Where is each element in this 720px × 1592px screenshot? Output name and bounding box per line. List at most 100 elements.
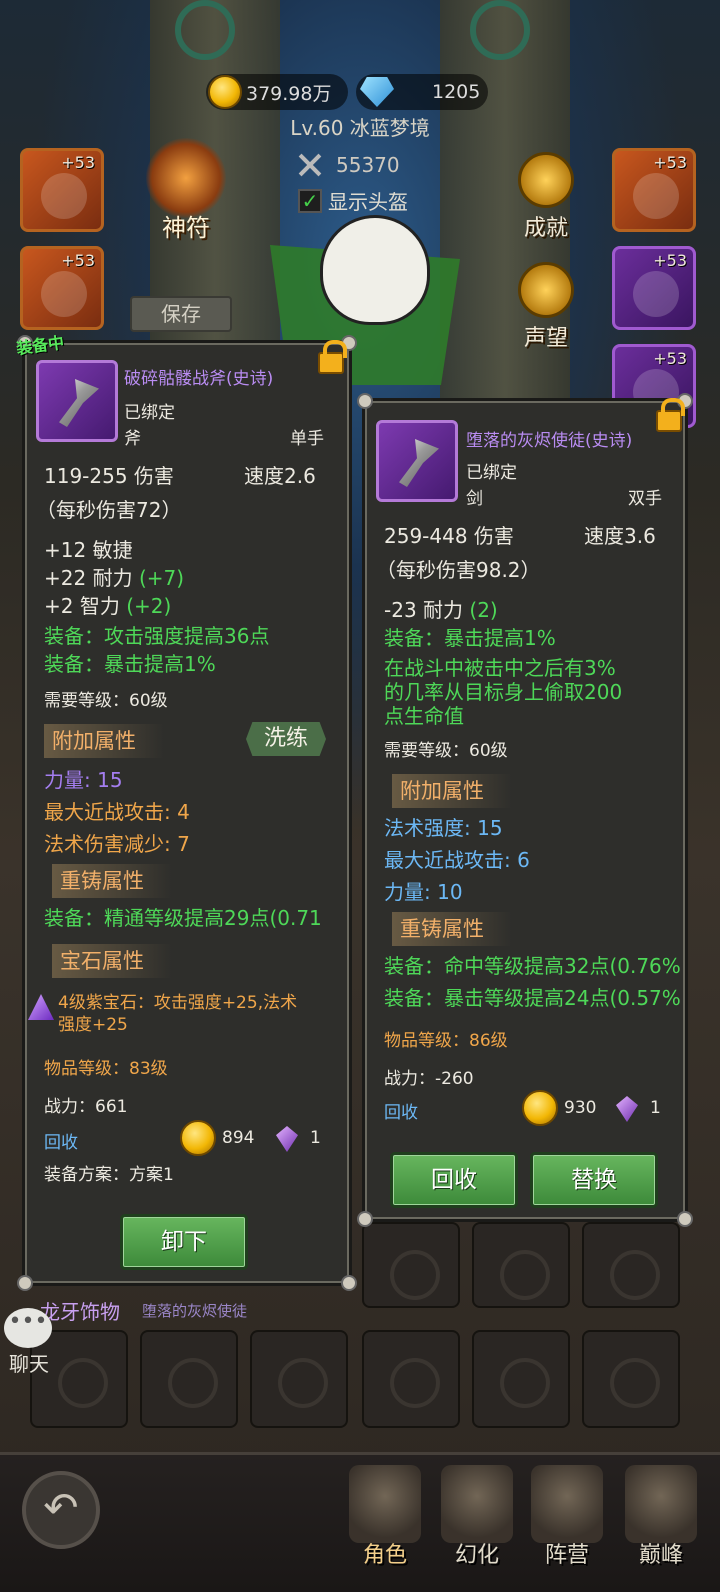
enhance-level: +53 — [61, 251, 95, 270]
banner-icon — [531, 1465, 603, 1543]
candidate-required-level: 需要等级：60级 — [384, 741, 508, 761]
reputation-button[interactable]: 声望 — [500, 262, 592, 352]
leg-armor-icon — [633, 271, 679, 317]
back-arrow-icon[interactable]: ↶ — [22, 1471, 100, 1549]
enhance-level: +53 — [653, 251, 687, 270]
gold-coin-icon — [208, 75, 242, 109]
candidate-reforge-attr: 装备：暴击等级提高24点(0.57% — [384, 986, 681, 1010]
necklace-icon — [41, 271, 87, 317]
rune-icon — [146, 138, 226, 218]
unequip-button[interactable]: 卸下 — [120, 1214, 248, 1270]
candidate-weapon-type: 剑 — [466, 489, 483, 509]
unlock-padlock-icon[interactable] — [656, 398, 685, 432]
reputation-fist-icon — [518, 262, 574, 318]
accessory-group-subtitle: 堕落的灰烬使徒 — [142, 1302, 248, 1320]
candidate-stat: -23 耐力 (2) — [384, 598, 498, 622]
equipped-extra-attr: 法术伤害减少: 7 — [44, 832, 190, 856]
candidate-damage: 259-448 伤害 — [384, 524, 514, 548]
candidate-dps: （每秒伤害98.2） — [376, 558, 541, 582]
panel-rivet — [341, 1275, 357, 1291]
candidate-reforge-attr: 装备：命中等级提高32点(0.76% — [384, 954, 681, 978]
replace-button[interactable]: 替换 — [530, 1152, 658, 1208]
inventory-slot[interactable] — [582, 1222, 680, 1308]
gold-counter: 379.98万 — [206, 74, 348, 110]
shoulder-armor-icon — [41, 173, 87, 219]
equipped-stat: +12 敏捷 — [44, 538, 133, 562]
equipped-stat: +22 耐力 (+7) — [44, 566, 185, 590]
inventory-slot[interactable] — [472, 1222, 570, 1308]
candidate-reforge-title: 重铸属性 — [392, 912, 512, 946]
equipped-dps: （每秒伤害72） — [36, 498, 182, 522]
winged-crest-icon — [625, 1465, 697, 1543]
equipped-extra-title: 附加属性 — [44, 724, 164, 758]
inventory-slot[interactable] — [362, 1330, 460, 1428]
equip-slot-legs[interactable]: +53 — [612, 246, 696, 330]
enhance-level: +53 — [653, 153, 687, 172]
candidate-speed: 速度3.6 — [584, 524, 656, 548]
achievements-button[interactable]: 成就 — [500, 152, 592, 242]
panel-rivet — [357, 393, 373, 409]
equipped-recycle-gold: 894 — [222, 1128, 255, 1148]
nav-tab-pinnacle[interactable]: 巅峰 — [618, 1465, 704, 1569]
unlock-padlock-icon[interactable] — [318, 340, 347, 374]
spiral-ornament-icon — [470, 0, 530, 60]
equip-slot-head[interactable]: +53 — [612, 148, 696, 232]
inventory-slot[interactable] — [582, 1330, 680, 1428]
star-trophy-icon — [518, 152, 574, 208]
refine-button[interactable]: 洗练 — [246, 722, 326, 756]
equipped-reforge-title: 重铸属性 — [52, 864, 172, 898]
candidate-extra-attr: 力量: 10 — [384, 880, 463, 904]
achievements-label: 成就 — [523, 216, 568, 241]
equipped-recycle-label[interactable]: 回收 — [44, 1128, 78, 1153]
candidate-bound: 已绑定 — [466, 463, 517, 483]
pentagram-icon — [441, 1465, 513, 1543]
candidate-power: 战力：-260 — [384, 1069, 474, 1089]
combat-power-value: 55370 — [336, 153, 400, 177]
inventory-slot[interactable] — [362, 1222, 460, 1308]
candidate-recycle-label[interactable]: 回收 — [384, 1098, 418, 1123]
gold-coin-icon — [522, 1090, 558, 1126]
candidate-recycle-gold: 930 — [564, 1098, 597, 1118]
inventory-slot[interactable] — [140, 1330, 238, 1428]
enhance-level: +53 — [61, 153, 95, 172]
equipped-weapon-type: 斧 — [124, 429, 141, 449]
candidate-extra-attr: 最大近战攻击: 6 — [384, 848, 530, 872]
inventory-slot[interactable] — [472, 1330, 570, 1428]
equip-slot-necklace[interactable]: +53 — [20, 246, 104, 330]
nav-tab-transmog[interactable]: 幻化 — [434, 1465, 520, 1569]
inventory-slot[interactable] — [250, 1330, 348, 1428]
save-button[interactable]: 保存 — [130, 296, 232, 332]
crossed-swords-icon — [298, 153, 322, 177]
equipped-extra-attr: 最大近战攻击: 4 — [44, 800, 190, 824]
battle-axe-icon — [36, 360, 118, 442]
skull-helmet-icon — [633, 173, 679, 219]
candidate-extra-title: 附加属性 — [392, 774, 512, 808]
chat-bubble-icon: ••• — [4, 1308, 52, 1348]
spiral-ornament-icon — [175, 0, 235, 60]
equipped-extra-attr: 力量: 15 — [44, 768, 123, 792]
bottom-navigation: ↶ 角色 幻化 阵营 巅峰 — [0, 1452, 720, 1592]
character-head — [320, 215, 430, 325]
equipped-stat: +2 智力 (+2) — [44, 594, 172, 618]
nav-tab-faction[interactable]: 阵营 — [524, 1465, 610, 1569]
panel-rivet — [677, 1211, 693, 1227]
equipped-hand-type: 单手 — [290, 429, 324, 449]
equipped-item-name: 破碎骷髅战斧(史诗) — [124, 369, 274, 389]
equipped-item-level: 物品等级：83级 — [44, 1059, 168, 1079]
equipped-plan: 装备方案：方案1 — [44, 1165, 174, 1185]
chat-button[interactable]: ••• 聊天 — [4, 1308, 54, 1377]
gem-amount: 1205 — [432, 81, 481, 103]
panel-rivet — [17, 1275, 33, 1291]
recycle-button[interactable]: 回收 — [390, 1152, 518, 1208]
equipped-effect: 装备：暴击提高1% — [44, 652, 216, 676]
candidate-effect: 装备：暴击提高1% — [384, 626, 556, 650]
gold-coin-icon — [180, 1120, 216, 1156]
nav-tab-character[interactable]: 角色 — [342, 1465, 428, 1569]
candidate-extra-attr: 法术强度: 15 — [384, 816, 503, 840]
candidate-recycle-gems: 1 — [650, 1098, 661, 1118]
equip-slot-shoulder[interactable]: +53 — [20, 148, 104, 232]
reputation-label: 声望 — [523, 326, 568, 351]
viking-helmet-icon — [349, 1465, 421, 1543]
rune-button[interactable]: 神符 — [140, 138, 232, 248]
chat-label: 聊天 — [9, 1352, 49, 1376]
